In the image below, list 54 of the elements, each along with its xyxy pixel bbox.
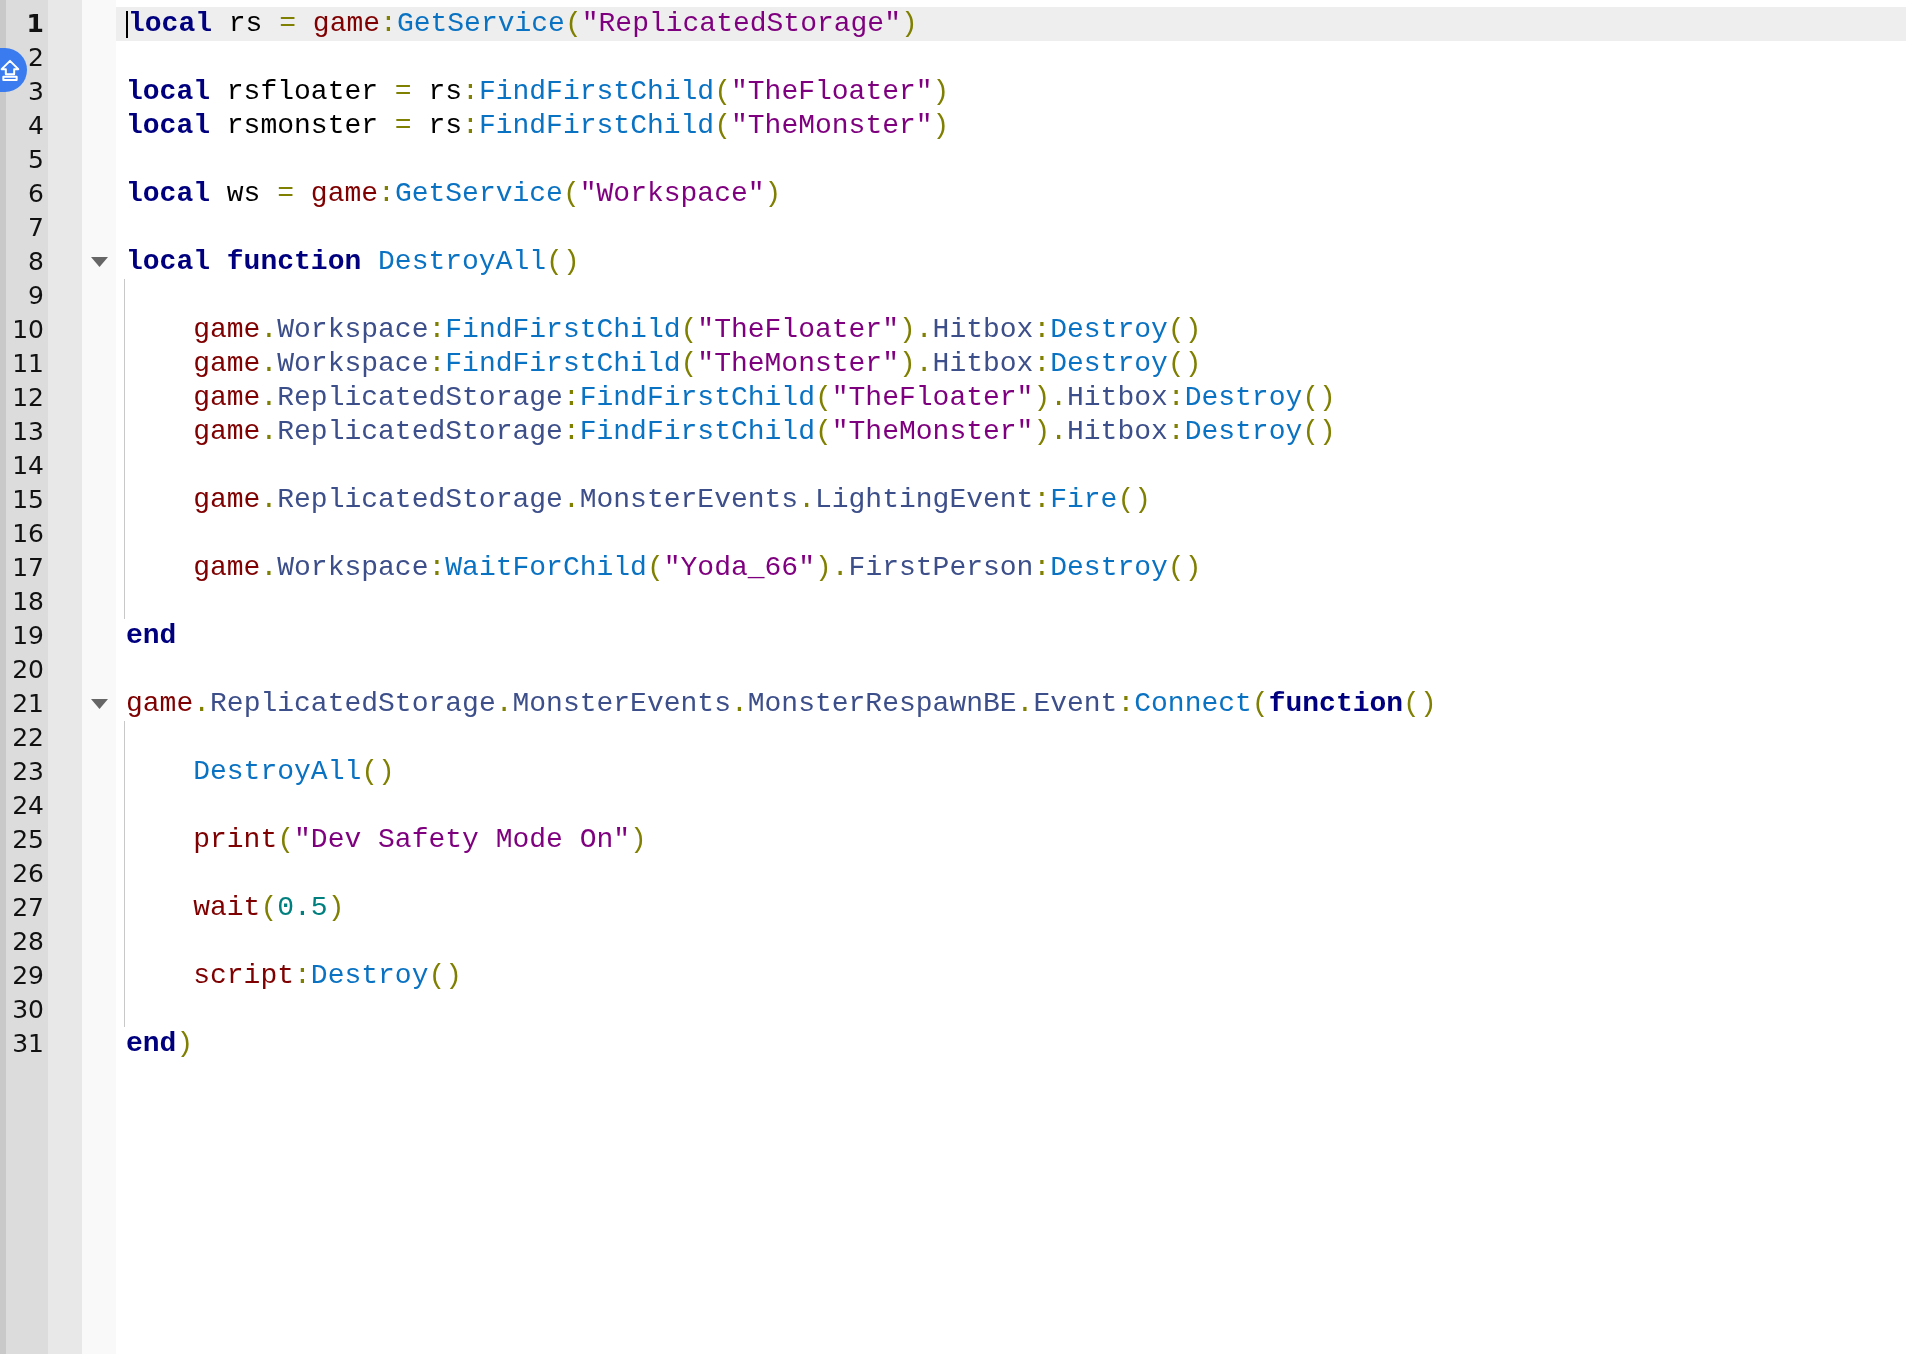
line-number: 25 xyxy=(12,825,44,854)
code-line: game.Workspace:WaitForChild("Yoda_66").FirstPerson:Destroy() xyxy=(192,551,1202,585)
code-line: local rsfloater = rs:FindFirstChild("TheFloater") xyxy=(126,75,950,109)
line-number: 4 xyxy=(28,111,44,140)
line-number: 12 xyxy=(12,383,44,412)
fold-arrow-icon[interactable] xyxy=(90,699,108,709)
line-number: 6 xyxy=(28,179,44,208)
code-line: local rs = game:GetService("ReplicatedStorage") xyxy=(128,7,918,41)
line-number: 16 xyxy=(12,519,44,548)
line-number: 18 xyxy=(12,587,44,616)
code-line: game.Workspace:FindFirstChild("TheFloater").Hitbox:Destroy() xyxy=(192,313,1202,347)
line-number: 9 xyxy=(28,281,44,310)
code-line: game.ReplicatedStorage.MonsterEvents.LightingEvent:Fire() xyxy=(192,483,1152,517)
line-number: 14 xyxy=(12,451,44,480)
line-number: 24 xyxy=(12,791,44,820)
line-number: 11 xyxy=(12,349,44,378)
line-number: 28 xyxy=(12,927,44,956)
line-number: 15 xyxy=(12,485,44,514)
line-number: 13 xyxy=(12,417,44,446)
code-line: local function DestroyAll() xyxy=(126,245,580,279)
code-line: game.ReplicatedStorage:FindFirstChild("TheMonster").Hitbox:Destroy() xyxy=(192,415,1336,449)
line-number: 2 xyxy=(28,43,44,72)
line-number: 31 xyxy=(12,1029,44,1058)
text-cursor xyxy=(126,10,128,38)
line-number: 21 xyxy=(12,689,44,718)
line-number: 30 xyxy=(12,995,44,1024)
code-line: game.ReplicatedStorage:FindFirstChild("TheFloater").Hitbox:Destroy() xyxy=(192,381,1336,415)
line-number: 17 xyxy=(12,553,44,582)
code-line: local ws = game:GetService("Workspace") xyxy=(126,177,782,211)
code-line: game.ReplicatedStorage.MonsterEvents.MonsterRespawnBE.Event:Connect(function() xyxy=(126,687,1437,721)
line-number: 29 xyxy=(12,961,44,990)
line-number: 8 xyxy=(28,247,44,276)
line-number: 7 xyxy=(28,213,44,242)
code-line: end) xyxy=(126,1027,194,1061)
code-line: game.Workspace:FindFirstChild("TheMonster").Hitbox:Destroy() xyxy=(192,347,1202,381)
line-number: 1 xyxy=(26,9,44,38)
line-number: 19 xyxy=(12,621,44,650)
floating-button[interactable] xyxy=(0,48,27,92)
code-line: script:Destroy() xyxy=(192,959,463,993)
code-line: wait(0.5) xyxy=(192,891,345,925)
code-line: print("Dev Safety Mode On") xyxy=(192,823,647,857)
line-number: 26 xyxy=(12,859,44,888)
line-number: 22 xyxy=(12,723,44,752)
house-arrow-icon xyxy=(0,59,20,81)
code-line: local rsmonster = rs:FindFirstChild("TheMonster") xyxy=(126,109,950,143)
code-line: DestroyAll() xyxy=(192,755,395,789)
line-number: 23 xyxy=(12,757,44,786)
line-number: 10 xyxy=(12,315,44,344)
line-number: 27 xyxy=(12,893,44,922)
line-number: 3 xyxy=(28,77,44,106)
line-number: 5 xyxy=(28,145,44,174)
line-number: 20 xyxy=(12,655,44,684)
code-line: end xyxy=(126,619,177,653)
fold-arrow-icon[interactable] xyxy=(90,257,108,267)
